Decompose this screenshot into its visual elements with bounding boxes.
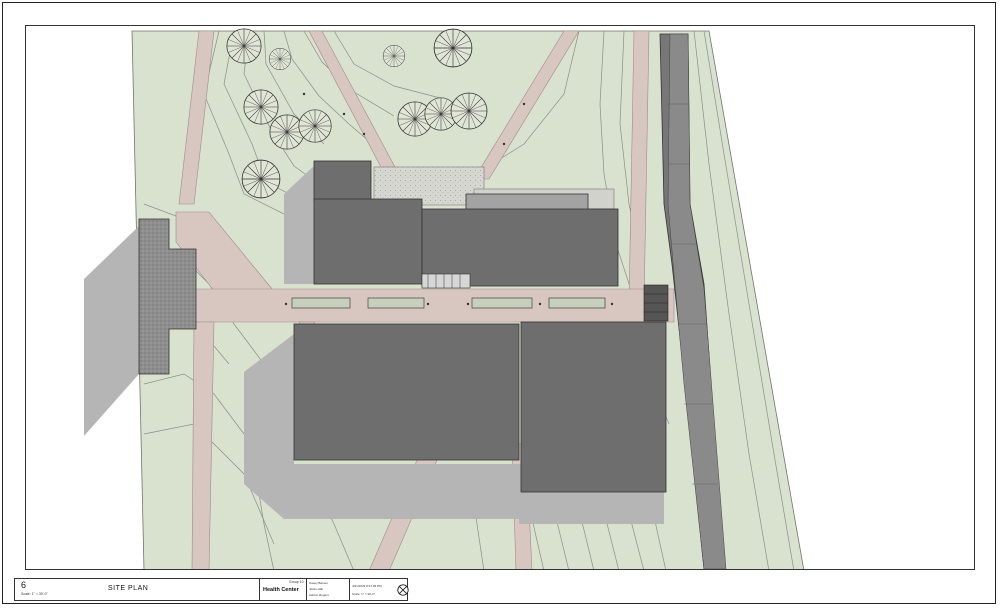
- entry-canopy: [421, 273, 471, 289]
- stair-tower: [643, 284, 669, 322]
- building-north-a: [313, 198, 423, 285]
- title-block-divider: [306, 579, 307, 600]
- drawing-sheet: [2, 2, 996, 604]
- team-member-1: Casey Barnes: [309, 581, 328, 585]
- team-member-3: Ashton Rogers: [309, 593, 329, 597]
- site-plan-view: [25, 25, 975, 570]
- view-number: 6: [21, 580, 27, 590]
- view-title: SITE PLAN: [108, 585, 149, 592]
- group-label: Group 10: [289, 580, 304, 584]
- site-plan-drawing: [84, 28, 805, 569]
- title-block-divider: [349, 579, 350, 600]
- building-south-west: [293, 323, 520, 461]
- building-north-tower: [313, 160, 372, 202]
- view-scale-note: Scale: 1" = 30'-0": [21, 592, 48, 596]
- title-block: 6 Scale: 1" = 30'-0" SITE PLAN Group 10 …: [14, 578, 408, 601]
- project-name: Health Center: [263, 587, 299, 593]
- print-timestamp: 4/21/2023 8:37:09 PM: [352, 584, 382, 588]
- sheet-scale: Scale: 1" = 30'-0": [352, 592, 375, 596]
- building-south-east: [520, 321, 667, 493]
- team-member-2: Justin Hall: [309, 587, 323, 591]
- north-arrow-icon: [397, 584, 409, 596]
- title-block-divider: [259, 579, 260, 600]
